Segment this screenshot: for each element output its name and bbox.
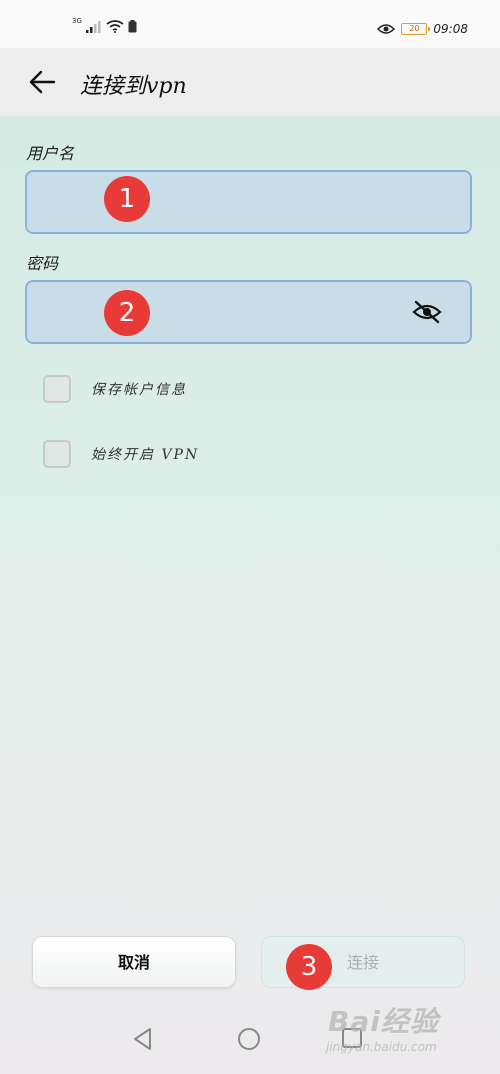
battery-indicator: 20: [401, 23, 431, 35]
back-arrow-icon[interactable]: [26, 66, 58, 98]
annotation-badge-2: 2: [104, 290, 150, 336]
network-type: 3G: [72, 16, 82, 25]
username-field-container: [25, 170, 472, 234]
status-icons-right: 20 09:08: [377, 22, 468, 36]
page-title: 连接到vpn: [80, 74, 187, 99]
wifi-icon: [106, 20, 124, 33]
sim-battery-icon: [128, 20, 137, 33]
always-on-vpn-checkbox[interactable]: [43, 440, 71, 468]
clock: 09:08: [433, 22, 468, 36]
always-on-row[interactable]: 始终开启 VPN: [43, 439, 199, 469]
password-input[interactable]: [27, 282, 470, 342]
save-account-row[interactable]: 保存帐户信息: [43, 374, 187, 404]
cancel-button[interactable]: 取消: [32, 936, 236, 988]
password-field-container: [25, 280, 472, 344]
phone-screen: 3G 20 09:08 连接到vpn 用户名 1 密码 2 保存帐户信息 始终开…: [0, 0, 500, 1074]
watermark-url: jingyan.baidu.com: [326, 1040, 437, 1054]
status-icons-left: 3G: [72, 16, 137, 33]
nav-home-circle-icon[interactable]: [236, 1026, 262, 1052]
hide-password-icon[interactable]: [412, 300, 442, 324]
save-account-checkbox[interactable]: [43, 375, 71, 403]
app-bar: 连接到vpn: [0, 48, 500, 116]
eye-comfort-icon: [377, 24, 396, 34]
status-bar: 3G 20 09:08: [0, 0, 500, 48]
username-input[interactable]: [27, 172, 470, 232]
save-account-label: 保存帐户信息: [91, 382, 187, 398]
username-label: 用户名: [26, 144, 75, 163]
annotation-badge-3: 3: [286, 944, 332, 990]
nav-back-triangle-icon[interactable]: [130, 1026, 156, 1052]
password-label: 密码: [26, 254, 59, 273]
always-on-vpn-label: 始终开启 VPN: [91, 447, 200, 463]
vpn-form: 用户名 1 密码 2 保存帐户信息 始终开启 VPN: [0, 116, 500, 1074]
annotation-badge-1: 1: [104, 176, 150, 222]
signal-icon: [85, 20, 101, 33]
watermark-logo: Bai经验: [328, 1005, 439, 1038]
